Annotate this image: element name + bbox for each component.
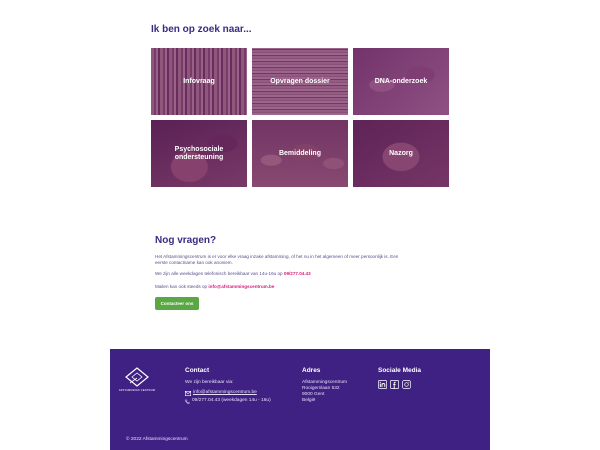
- email-link[interactable]: info@afstammingscentrum.be: [208, 284, 274, 289]
- questions-section: Nog vragen? Het Afstammingscentrum is er…: [155, 235, 455, 310]
- section-title: Ik ben op zoek naar...: [151, 24, 252, 35]
- copyright: © 2022 Afstammingscentrum: [126, 437, 188, 442]
- tile-nazorg[interactable]: Nazorg: [353, 120, 449, 187]
- questions-title: Nog vragen?: [155, 235, 217, 246]
- questions-mail-line: Mailen kan ook steeds op info@afstamming…: [155, 284, 275, 289]
- address-line: België: [302, 398, 316, 403]
- contact-phone[interactable]: 09/277.04.43 (weekdagen 14u - 16u): [192, 398, 271, 404]
- address-title: Adres: [302, 367, 321, 374]
- social-title: Sociale Media: [378, 367, 421, 374]
- tile-label: Infovraag: [183, 77, 215, 85]
- logo-text: AFSTAMMINGS CENTRUM: [118, 389, 156, 392]
- tile-label: Bemiddeling: [278, 149, 321, 157]
- afstammingscentrum-logo[interactable]: AFSTAMMINGS CENTRUM: [119, 367, 155, 395]
- site-footer: AFSTAMMINGS CENTRUM Contact We zijn bere…: [110, 349, 490, 450]
- tile-infovraag[interactable]: Infovraag: [151, 48, 247, 115]
- tile-psychosociale-ondersteuning[interactable]: Psychosociale ondersteuning: [151, 120, 247, 187]
- facebook-icon[interactable]: [390, 380, 399, 389]
- tile-label: DNA-onderzoek: [374, 77, 428, 85]
- tile-dna-onderzoek[interactable]: DNA-onderzoek: [353, 48, 449, 115]
- contact-phone-row: 09/277.04.43 (weekdagen 14u - 16u): [185, 398, 271, 404]
- phone-link[interactable]: 09/277.04.43: [284, 271, 311, 276]
- phone-icon: [185, 398, 190, 404]
- questions-intro: Het Afstammingscentrum is er voor elke v…: [155, 254, 399, 265]
- contact-email-row: info@afstammingscentrum.be: [185, 390, 257, 396]
- tile-label: Psychosociale ondersteuning: [174, 145, 224, 161]
- linkedin-icon[interactable]: [378, 380, 387, 389]
- contact-title: Contact: [185, 367, 210, 374]
- mail-icon: [185, 390, 191, 396]
- instagram-icon[interactable]: [402, 380, 411, 389]
- tile-bemiddeling[interactable]: Bemiddeling: [252, 120, 348, 187]
- questions-phone-line: We zijn alle weekdagen telefonisch berei…: [155, 271, 311, 276]
- tile-opvragen-dossier[interactable]: Opvragen dossier: [252, 48, 348, 115]
- contact-email-link[interactable]: info@afstammingscentrum.be: [193, 390, 257, 396]
- tile-label: Nazorg: [389, 149, 413, 157]
- service-tiles: Infovraag Opvragen dossier DNA-onderzoek…: [151, 48, 449, 187]
- social-links: [378, 380, 411, 389]
- contact-reach: We zijn bereikbaar via:: [185, 380, 234, 385]
- contact-button[interactable]: Contacteer ons: [155, 297, 199, 310]
- tile-label: Opvragen dossier: [270, 77, 330, 85]
